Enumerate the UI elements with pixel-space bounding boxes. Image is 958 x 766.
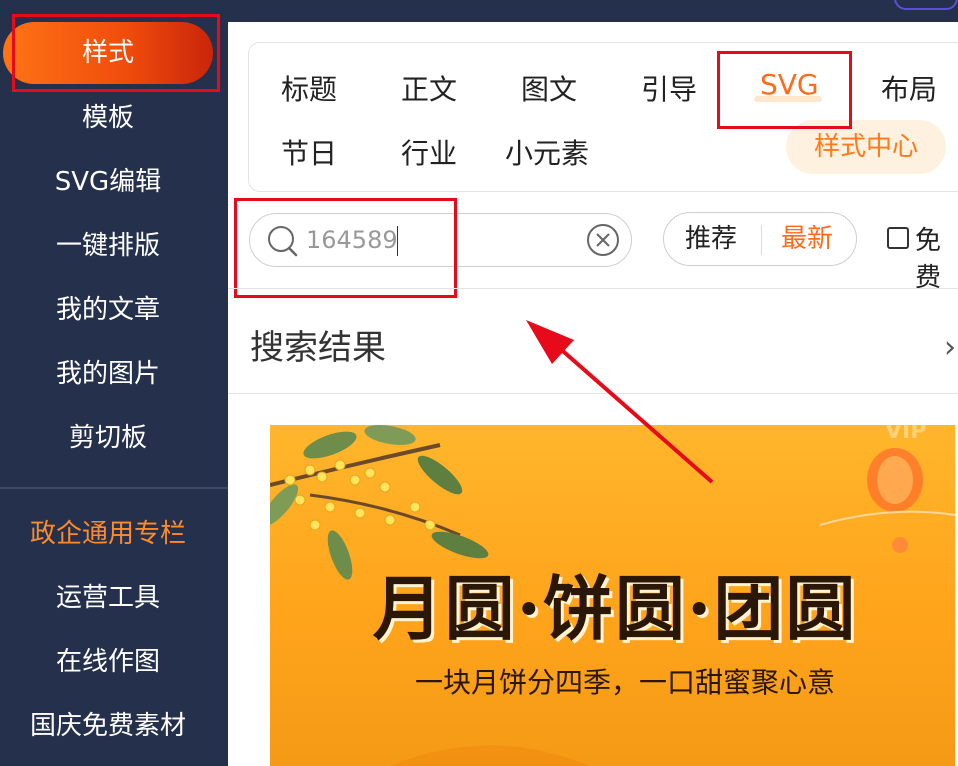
sidebar: 样式 模板 SVG编辑 一键排版 我的文章 我的图片 剪切板 政企通用专栏 运营… [0, 0, 228, 766]
top-bar-button-edge[interactable] [894, 0, 958, 10]
sidebar-item-one-click-layout[interactable]: 一键排版 [0, 226, 216, 266]
banner-subtitle: 一块月饼分四季，一口甜蜜聚心意 [414, 666, 835, 699]
chevron-right-icon[interactable]: › [944, 330, 956, 365]
tab-small-elements[interactable]: 小元素 [505, 132, 589, 172]
sidebar-item-clipboard[interactable]: 剪切板 [0, 418, 216, 458]
highlight-box-style [12, 14, 220, 92]
sort-recommend-button[interactable]: 推荐 [685, 213, 737, 265]
sidebar-item-templates[interactable]: 模板 [0, 98, 216, 138]
highlight-box-search [234, 198, 457, 298]
sidebar-item-my-articles[interactable]: 我的文章 [0, 290, 216, 330]
results-title: 搜索结果 [250, 328, 386, 368]
sort-latest-button[interactable]: 最新 [781, 213, 833, 265]
tab-layout[interactable]: 布局 [881, 68, 937, 108]
tab-industry[interactable]: 行业 [401, 132, 457, 172]
divider [228, 288, 958, 289]
result-card-image[interactable]: VIP 月圆·饼圆·团圆 一块月饼分四季，一口甜蜜聚心意 [270, 425, 955, 766]
sidebar-item-operation-tools[interactable]: 运营工具 [0, 578, 216, 618]
top-bar [228, 0, 958, 22]
sort-toggle: 推荐 最新 [663, 212, 857, 266]
tab-body-text[interactable]: 正文 [401, 68, 457, 108]
tab-title[interactable]: 标题 [281, 68, 337, 108]
sidebar-divider [0, 487, 228, 489]
sidebar-item-online-drawing[interactable]: 在线作图 [0, 642, 216, 682]
sidebar-item-national-day-materials[interactable]: 国庆免费素材 [0, 706, 216, 746]
tab-guide[interactable]: 引导 [641, 68, 697, 108]
sidebar-item-government-column[interactable]: 政企通用专栏 [0, 514, 216, 554]
free-label[interactable]: 免费 [915, 220, 958, 294]
divider [228, 393, 958, 394]
sidebar-item-my-images[interactable]: 我的图片 [0, 354, 216, 394]
tab-festival[interactable]: 节日 [281, 132, 337, 172]
vip-badge: VIP [885, 425, 927, 444]
sidebar-item-svg-editor[interactable]: SVG编辑 [0, 162, 216, 202]
free-checkbox[interactable] [887, 227, 909, 249]
banner-title: 月圆·饼圆·团圆 [372, 567, 858, 650]
sort-separator [761, 225, 762, 255]
tab-image-text[interactable]: 图文 [521, 68, 577, 108]
clear-icon[interactable] [586, 223, 620, 261]
highlight-box-svg [717, 51, 852, 129]
